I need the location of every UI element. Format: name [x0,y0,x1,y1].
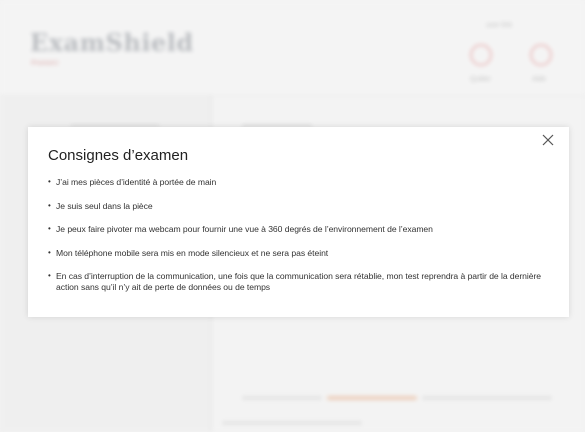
user-label: user link [486,22,513,29]
main-line-link [327,396,417,400]
rules-list: J’ai mes pièces d’identité à portée de m… [48,177,553,305]
app-header: ExamShield ProctorU user link Quitter Ai… [0,0,585,96]
help-label: Aide [532,76,547,83]
call-label: Quitter [470,76,492,83]
rule-item: Je suis seul dans la pièce [48,201,553,212]
rule-item: En cas d’interruption de la communicatio… [48,271,553,292]
main-line [422,396,552,400]
rule-item: Je peux faire pivoter ma webcam pour fou… [48,224,553,235]
app-window: ExamShield ProctorU user link Quitter Ai… [0,0,585,432]
app-logo: ExamShield [30,28,194,57]
modal-title: Consignes d’examen [48,147,189,164]
main-line [222,421,362,425]
app-logo-subtitle: ProctorU [31,60,59,67]
help-icon[interactable] [530,44,552,66]
close-button[interactable] [539,131,557,149]
close-icon [542,134,554,146]
main-line [242,396,322,400]
rule-item: Mon téléphone mobile sera mis en mode si… [48,248,553,259]
exam-instructions-modal: Consignes d’examen J’ai mes pièces d’ide… [28,127,569,317]
phone-icon[interactable] [470,44,492,66]
rule-item: J’ai mes pièces d’identité à portée de m… [48,177,553,188]
